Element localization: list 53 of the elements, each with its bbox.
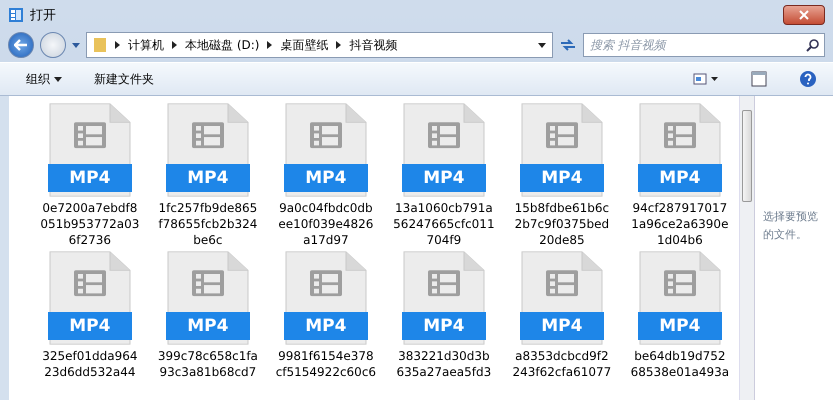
forward-button[interactable] [40,32,66,58]
file-type-label: MP4 [638,312,722,340]
file-type-label: MP4 [166,312,250,340]
chevron-icon[interactable] [115,41,120,49]
chevron-icon[interactable] [267,41,272,49]
file-type-label: MP4 [284,164,368,192]
back-button[interactable] [8,32,34,58]
scrollbar[interactable] [738,96,754,400]
file-type-label: MP4 [48,164,132,192]
back-arrow-icon [14,39,28,51]
file-name[interactable]: 13a1060cb791a 56247665cfc011 704f9 [393,200,495,248]
view-icon[interactable] [693,72,719,86]
file-name[interactable]: be64db19d752 68538e01a493a [630,348,730,380]
refresh-icon[interactable] [559,37,577,53]
file-type-label: MP4 [402,312,486,340]
file-name[interactable]: 383221d30d3b 635a27aea5fd3 [396,348,492,380]
caret-icon [54,76,62,82]
toolbar-button[interactable]: 组织 [26,70,62,88]
search-icon [806,38,819,52]
chevron-icon[interactable] [172,41,177,49]
file-name[interactable]: 15b8fdbe61b6c 2b7c9f0375bed 20de85 [514,200,610,248]
preview-pane-icon[interactable] [751,71,767,87]
file-name[interactable]: 0e7200a7ebdf8 051b953772a03 6f2736 [40,200,140,248]
dropdown-icon[interactable] [538,42,546,48]
close-icon [799,10,809,20]
breadcrumb-item[interactable]: 抖音视频 [349,36,398,54]
file-type-label: MP4 [402,164,486,192]
file-name[interactable]: 325ef01dda964 23d6dd532a44 [42,348,138,380]
file-type-label: MP4 [48,312,132,340]
file-name[interactable]: a8353dcbcd9f2 243f62cfa61077 [512,348,612,380]
file-name[interactable]: 1fc257fb9de865 f78655fcb2b324 be6c [158,200,258,248]
help-icon[interactable] [799,70,817,88]
address-bar[interactable]: 计算机 本地磁盘 (D:) 桌面壁纸 抖音视频 [86,32,553,58]
file-name[interactable]: 9a0c04fbdc0db ee10f039e4826 a17d97 [278,200,374,248]
folder-icon [93,37,107,53]
breadcrumb-item[interactable]: 计算机 [128,36,164,54]
file-type-label: MP4 [166,164,250,192]
file-name[interactable]: 9981f6154e378 cf5154922c60c6 [276,348,376,380]
file-type-label: MP4 [284,312,368,340]
search-field[interactable]: 搜索 抖音视频 [583,33,825,57]
close-button[interactable] [783,5,825,25]
toolbar-button[interactable]: 新建文件夹 [94,70,154,88]
chevron-icon[interactable] [336,41,342,49]
breadcrumb-item[interactable]: 桌面壁纸 [280,36,328,54]
file-name[interactable]: 94cf287917017 1a96ce2a6390e 1d04b6 [631,200,728,248]
file-type-label: MP4 [520,312,604,340]
window-icon [8,7,24,23]
file-type-label: MP4 [520,164,604,192]
file-name[interactable]: 399c78c658c1fa 93c3a81b68cd7 [158,348,258,380]
preview-message: 选择要预览的文件。 [763,209,820,243]
file-type-label: MP4 [638,164,722,192]
window-title: 打开 [30,7,57,24]
breadcrumb-item[interactable]: 本地磁盘 (D:) [185,36,260,54]
